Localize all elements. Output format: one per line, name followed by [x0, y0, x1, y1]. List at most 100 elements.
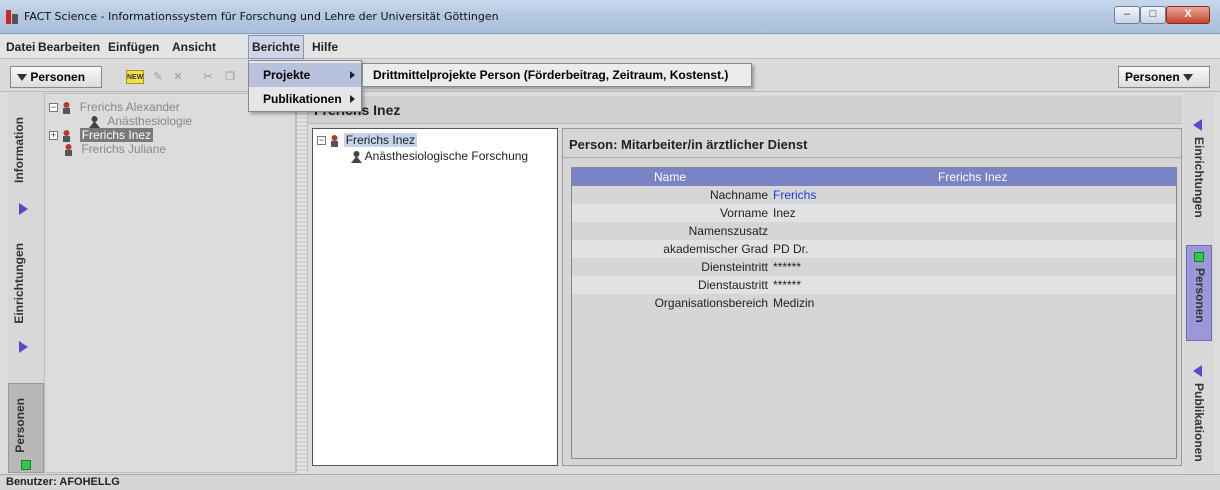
- tree-item[interactable]: Anästhesiologie: [89, 114, 193, 129]
- tab-information[interactable]: Information: [12, 117, 26, 183]
- main-header: Frerichs Inez: [308, 96, 1182, 124]
- row-value[interactable]: Frerichs: [773, 186, 816, 204]
- table-row: Diensteintritt ******: [572, 258, 1176, 276]
- menu-item-drittmittelprojekte[interactable]: Drittmittelprojekte Person (Förderbeitra…: [363, 64, 751, 86]
- dropdown-arrow-icon: [17, 74, 27, 82]
- table-row: Organisationsbereich Medizin: [572, 294, 1176, 312]
- expand-arrow-icon[interactable]: [19, 341, 28, 353]
- row-label: Diensteintritt: [701, 260, 768, 274]
- menu-hilfe[interactable]: Hilfe: [312, 35, 338, 59]
- projekte-submenu: Drittmittelprojekte Person (Förderbeitra…: [362, 63, 752, 87]
- tab-einrichtungen[interactable]: Einrichtungen: [12, 243, 26, 324]
- row-label: Vorname: [719, 206, 768, 220]
- row-label: akademischer Grad: [663, 242, 768, 256]
- close-button[interactable]: X: [1166, 6, 1210, 24]
- row-label: Nachname: [709, 188, 768, 202]
- submenu-arrow-icon: [350, 95, 355, 103]
- row-value: ******: [773, 278, 802, 292]
- table-header: Name Frerichs Inez: [572, 168, 1176, 186]
- collapse-arrow-icon[interactable]: [1193, 365, 1202, 377]
- department-icon: [89, 116, 100, 129]
- view-selector-left[interactable]: Personen: [10, 66, 102, 88]
- tree-item-label: Frerichs Alexander: [79, 100, 180, 114]
- copy-icon[interactable]: ❐: [222, 70, 238, 84]
- tab-personen-active[interactable]: Personen: [8, 383, 44, 473]
- left-tab-strip: Information Einrichtungen Personen: [8, 93, 44, 473]
- tree-root-label: Frerichs Inez: [343, 133, 418, 147]
- table-row: Namenszusatz: [572, 222, 1176, 240]
- menu-bearbeiten[interactable]: Bearbeiten: [38, 35, 100, 59]
- tab-personen-right-label: Personen: [1193, 268, 1207, 323]
- status-bar: Benutzer: AFOHELLG: [0, 474, 1220, 490]
- tab-personen-right-active[interactable]: Personen: [1186, 245, 1212, 341]
- row-value: ******: [773, 260, 802, 274]
- tree-item-label: Frerichs Inez: [79, 128, 154, 142]
- cut-icon[interactable]: ✂: [200, 70, 216, 84]
- table-row: akademischer Grad PD Dr.: [572, 240, 1176, 258]
- person-icon: [63, 102, 71, 115]
- tab-publikationen-right[interactable]: Publikationen: [1192, 383, 1206, 462]
- person-icon: [63, 130, 71, 143]
- expand-icon[interactable]: +: [49, 131, 58, 141]
- active-indicator-icon: [1194, 252, 1204, 262]
- tree-root-item[interactable]: − Frerichs Inez: [317, 133, 418, 148]
- table-row: Nachname Frerichs: [572, 186, 1176, 204]
- new-icon[interactable]: NEW: [126, 70, 144, 84]
- divider: [563, 157, 1181, 158]
- panel-splitter[interactable]: [296, 93, 308, 473]
- app-logo-icon: [6, 10, 18, 24]
- right-tab-strip: Einrichtungen Personen Publikationen: [1184, 93, 1214, 473]
- collapse-icon[interactable]: −: [49, 103, 58, 113]
- expand-arrow-icon[interactable]: [19, 203, 28, 215]
- tab-einrichtungen-right[interactable]: Einrichtungen: [1192, 137, 1206, 218]
- maximize-button[interactable]: □: [1140, 6, 1166, 24]
- detail-panel: Person: Mitarbeiter/in ärztlicher Dienst…: [562, 128, 1182, 466]
- column-header-name: Name: [654, 170, 687, 184]
- menu-item-projekte[interactable]: Projekte: [249, 63, 361, 87]
- delete-icon[interactable]: ✕: [170, 70, 186, 84]
- menu-item-label: Publikationen: [263, 92, 342, 106]
- menu-item-label: Projekte: [263, 68, 311, 82]
- row-value: Medizin: [773, 296, 815, 310]
- table-row: Vorname Inez: [572, 204, 1176, 222]
- active-indicator-icon: [21, 460, 31, 470]
- submenu-arrow-icon: [350, 71, 355, 79]
- row-value: Inez: [773, 206, 796, 220]
- menu-einfuegen[interactable]: Einfügen: [108, 35, 159, 59]
- menu-item-publikationen[interactable]: Publikationen: [249, 87, 361, 111]
- tree-item-label: Frerichs Juliane: [81, 142, 167, 156]
- collapse-icon[interactable]: −: [317, 136, 326, 146]
- tab-personen-label: Personen: [13, 398, 27, 453]
- detail-title: Person: Mitarbeiter/in ärztlicher Dienst: [569, 137, 808, 152]
- dropdown-arrow-icon: [1183, 74, 1194, 82]
- person-icon: [65, 144, 72, 157]
- row-value: PD Dr.: [773, 242, 809, 256]
- collapse-arrow-icon[interactable]: [1193, 119, 1202, 131]
- row-label: Organisationsbereich: [654, 296, 768, 310]
- table-row: Dienstaustritt ******: [572, 276, 1176, 294]
- record-tree-panel: − Frerichs Inez Anästhesiologische Forsc…: [312, 128, 558, 466]
- view-selector-right-label: Personen: [1125, 70, 1180, 84]
- minimize-button[interactable]: –: [1114, 6, 1140, 24]
- menu-ansicht[interactable]: Ansicht: [172, 35, 216, 59]
- tree-child-label: Anästhesiologische Forschung: [364, 149, 529, 163]
- menu-datei[interactable]: Datei: [6, 35, 35, 59]
- tree-item-selected[interactable]: + Frerichs Inez: [49, 128, 154, 143]
- view-selector-label: Personen: [30, 70, 86, 84]
- row-label: Namenszusatz: [688, 224, 768, 238]
- tree-item[interactable]: Frerichs Juliane: [63, 142, 167, 157]
- menu-berichte[interactable]: Berichte: [248, 35, 305, 59]
- menu-bar: Datei Bearbeiten Einfügen Ansicht Berich…: [0, 35, 1220, 59]
- tree-child-item[interactable]: Anästhesiologische Forschung: [351, 149, 529, 164]
- properties-table: Name Frerichs Inez Nachname Frerichs Vor…: [571, 167, 1177, 459]
- view-selector-right[interactable]: Personen: [1118, 66, 1210, 88]
- person-icon: [331, 135, 339, 148]
- tree-item-label: Anästhesiologie: [107, 114, 193, 128]
- column-header-value: Frerichs Inez: [938, 170, 1008, 184]
- row-label: Dienstaustritt: [697, 278, 768, 292]
- tree-item[interactable]: − Frerichs Alexander: [49, 100, 180, 115]
- edit-pen-icon[interactable]: ✎: [150, 70, 166, 84]
- department-icon: [351, 151, 362, 164]
- left-tree-panel: − Frerichs Alexander Anästhesiologie + F…: [44, 93, 296, 473]
- title-bar: FACT Science - Informationssystem für Fo…: [0, 0, 1220, 34]
